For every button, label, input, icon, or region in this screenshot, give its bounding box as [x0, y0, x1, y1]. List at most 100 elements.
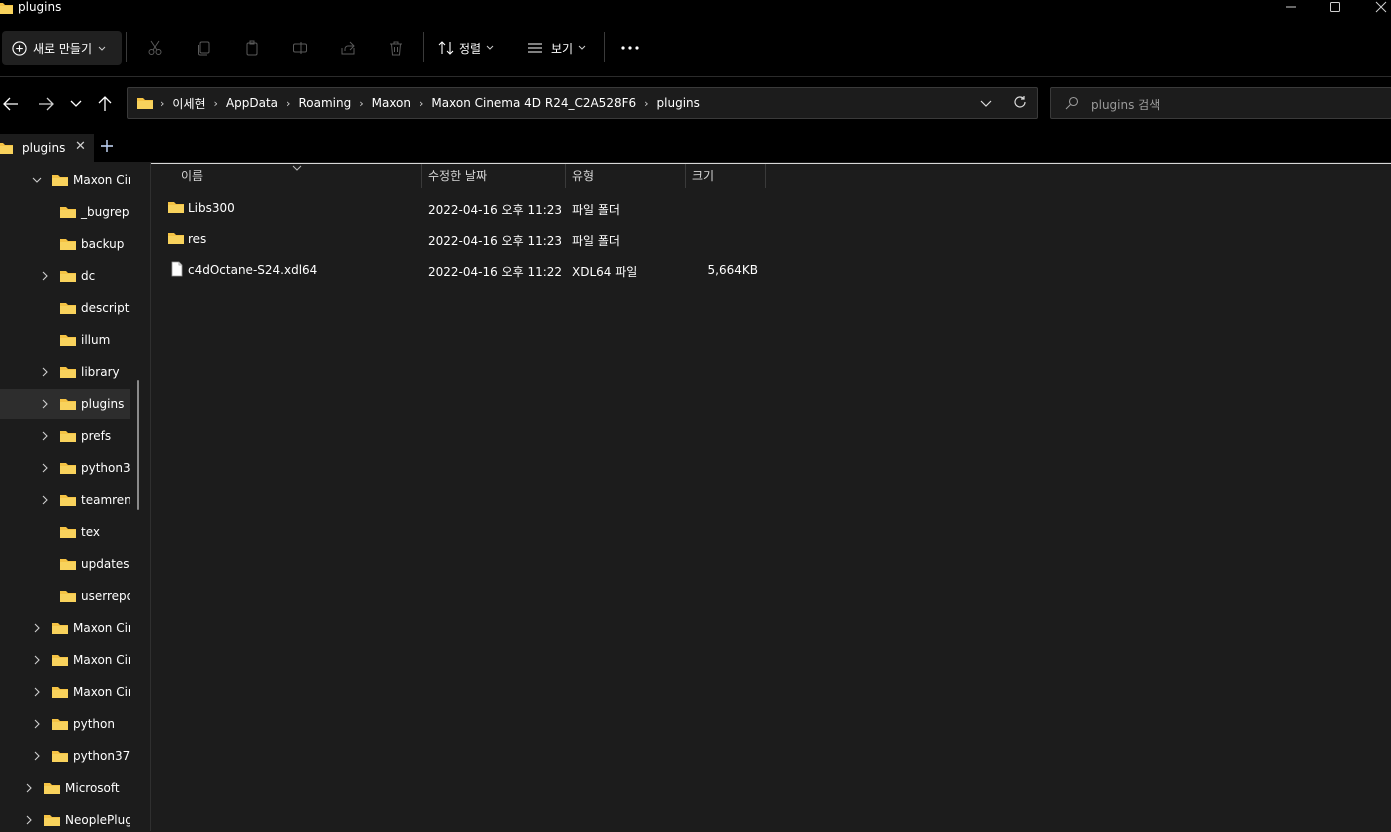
- view-button[interactable]: 보기: [527, 37, 586, 59]
- column-divider[interactable]: [421, 164, 422, 188]
- folder-icon: [59, 237, 77, 254]
- breadcrumb-item[interactable]: 이세현: [172, 95, 205, 112]
- folder-icon: [59, 557, 77, 574]
- cut-icon[interactable]: [145, 38, 165, 58]
- chevron-right-icon[interactable]: [39, 366, 51, 378]
- close-tab-icon[interactable]: ✕: [75, 139, 86, 154]
- sidebar-item-python39[interactable]: python39: [0, 453, 130, 483]
- column-header-size[interactable]: 크기: [692, 167, 714, 189]
- tab-plugins[interactable]: plugins ✕: [0, 134, 94, 162]
- sidebar-item-updates[interactable]: updates: [0, 549, 130, 579]
- column-divider[interactable]: [685, 164, 686, 188]
- chevron-right-icon[interactable]: [39, 398, 51, 410]
- sidebar-item-python[interactable]: python: [0, 709, 130, 739]
- sort-button[interactable]: 정렬: [438, 37, 494, 59]
- divider: [604, 32, 605, 62]
- more-options-icon[interactable]: [620, 38, 640, 58]
- column-divider[interactable]: [765, 164, 766, 188]
- sidebar-scrollbar[interactable]: [137, 380, 139, 510]
- file-row[interactable]: c4dOctane-S24.xdl64 2022-04-16 오후 11:22 XD…: [151, 255, 771, 285]
- folder-icon: [43, 781, 61, 798]
- sidebar-item-maxon-cir[interactable]: Maxon Cir: [0, 613, 130, 643]
- column-divider[interactable]: [565, 164, 566, 188]
- view-label: 보기: [551, 41, 574, 56]
- sidebar-item-illum[interactable]: illum: [0, 325, 130, 355]
- breadcrumb-separator: ›: [359, 96, 364, 110]
- chevron-right-icon[interactable]: [31, 750, 43, 762]
- sidebar-item-maxon-cir[interactable]: Maxon Cir: [0, 645, 130, 675]
- sidebar-item-label: NeoplePlugi: [65, 813, 130, 827]
- sidebar-item-label: python: [73, 717, 115, 731]
- sidebar-item--bugrepo[interactable]: _bugrepo: [0, 197, 130, 227]
- chevron-right-icon[interactable]: [39, 270, 51, 282]
- refresh-icon[interactable]: [1013, 95, 1027, 112]
- sidebar-item-dc[interactable]: dc: [0, 261, 130, 291]
- sidebar-item-userrepos[interactable]: userrepos: [0, 581, 130, 611]
- chevron-right-icon[interactable]: [39, 462, 51, 474]
- sidebar-item-plugins[interactable]: plugins: [0, 389, 130, 419]
- new-button[interactable]: 새로 만들기: [2, 31, 122, 65]
- file-icon: [170, 261, 184, 280]
- column-header-name[interactable]: 이름: [181, 167, 203, 189]
- breadcrumb-item[interactable]: Roaming: [298, 96, 351, 110]
- sidebar-item-prefs[interactable]: prefs: [0, 421, 130, 451]
- folder-icon: [167, 200, 185, 217]
- breadcrumb-item[interactable]: plugins: [657, 96, 700, 110]
- sidebar-item-python37[interactable]: python37: [0, 741, 130, 771]
- sidebar-item-tex[interactable]: tex: [0, 517, 130, 547]
- chevron-down-icon[interactable]: [31, 174, 43, 186]
- breadcrumb-item[interactable]: Maxon: [372, 96, 411, 110]
- folder-icon: [59, 333, 77, 350]
- file-list: 이름 수정한 날짜 유형 크기 Libs300 2022-04-16 오후 11:…: [151, 163, 1391, 832]
- minimize-icon[interactable]: [1276, 0, 1306, 16]
- chevron-right-icon[interactable]: [31, 622, 43, 634]
- paste-icon[interactable]: [242, 38, 262, 58]
- sidebar-item-descriptic[interactable]: descriptic: [0, 293, 130, 323]
- sidebar-item-teamrenc[interactable]: teamrenc: [0, 485, 130, 515]
- delete-icon[interactable]: [386, 38, 406, 58]
- recent-locations-icon[interactable]: [65, 93, 87, 115]
- file-row[interactable]: Libs300 2022-04-16 오후 11:23 파일 폴더: [151, 193, 771, 223]
- address-bar[interactable]: › 이세현 › AppData › Roaming › Maxon › Maxo…: [127, 87, 1038, 119]
- chevron-right-icon[interactable]: [39, 494, 51, 506]
- new-tab-icon[interactable]: [100, 139, 114, 156]
- chevron-right-icon[interactable]: [23, 782, 35, 794]
- maximize-icon[interactable]: [1320, 0, 1350, 16]
- chevron-right-icon[interactable]: [39, 430, 51, 442]
- column-header-type[interactable]: 유형: [572, 167, 594, 189]
- search-box[interactable]: plugins 검색: [1050, 87, 1391, 119]
- chevron-right-icon[interactable]: [31, 718, 43, 730]
- folder-icon: [51, 717, 69, 734]
- sidebar-item-maxon-cir[interactable]: Maxon Cir: [0, 165, 130, 195]
- folder-icon: [167, 231, 185, 248]
- share-icon[interactable]: [338, 38, 358, 58]
- breadcrumb-item[interactable]: Maxon Cinema 4D R24_C2A528F6: [431, 96, 636, 110]
- sidebar-item-label: updates: [81, 557, 130, 571]
- rename-icon[interactable]: [290, 38, 310, 58]
- sidebar-item-maxon-cir[interactable]: Maxon Cir: [0, 677, 130, 707]
- sidebar-item-microsoft[interactable]: Microsoft: [0, 773, 130, 803]
- folder-icon: [59, 365, 77, 382]
- chevron-right-icon[interactable]: [31, 686, 43, 698]
- back-icon[interactable]: [0, 93, 22, 115]
- command-bar: 새로 만들기 정렬 보기: [0, 20, 1391, 77]
- sidebar-item-neopleplugi[interactable]: NeoplePlugi: [0, 805, 130, 831]
- address-dropdown-icon[interactable]: [980, 97, 992, 111]
- file-date: 2022-04-16 오후 11:22: [428, 265, 563, 279]
- title-bar: plugins: [0, 0, 1391, 20]
- close-window-icon[interactable]: [1366, 0, 1391, 16]
- folder-icon: [51, 653, 69, 670]
- folder-icon: [59, 205, 77, 222]
- up-icon[interactable]: [94, 93, 116, 115]
- file-row[interactable]: res 2022-04-16 오후 11:23 파일 폴더: [151, 224, 771, 254]
- chevron-right-icon[interactable]: [31, 654, 43, 666]
- forward-icon[interactable]: [35, 93, 57, 115]
- file-size: 5,664KB: [707, 263, 758, 277]
- column-header-date[interactable]: 수정한 날짜: [428, 167, 487, 189]
- sidebar-item-backup[interactable]: backup: [0, 229, 130, 259]
- breadcrumb-item[interactable]: AppData: [226, 96, 278, 110]
- folder-icon: [59, 589, 77, 606]
- copy-icon[interactable]: [194, 38, 214, 58]
- chevron-right-icon[interactable]: [23, 814, 35, 826]
- sidebar-item-library[interactable]: library: [0, 357, 130, 387]
